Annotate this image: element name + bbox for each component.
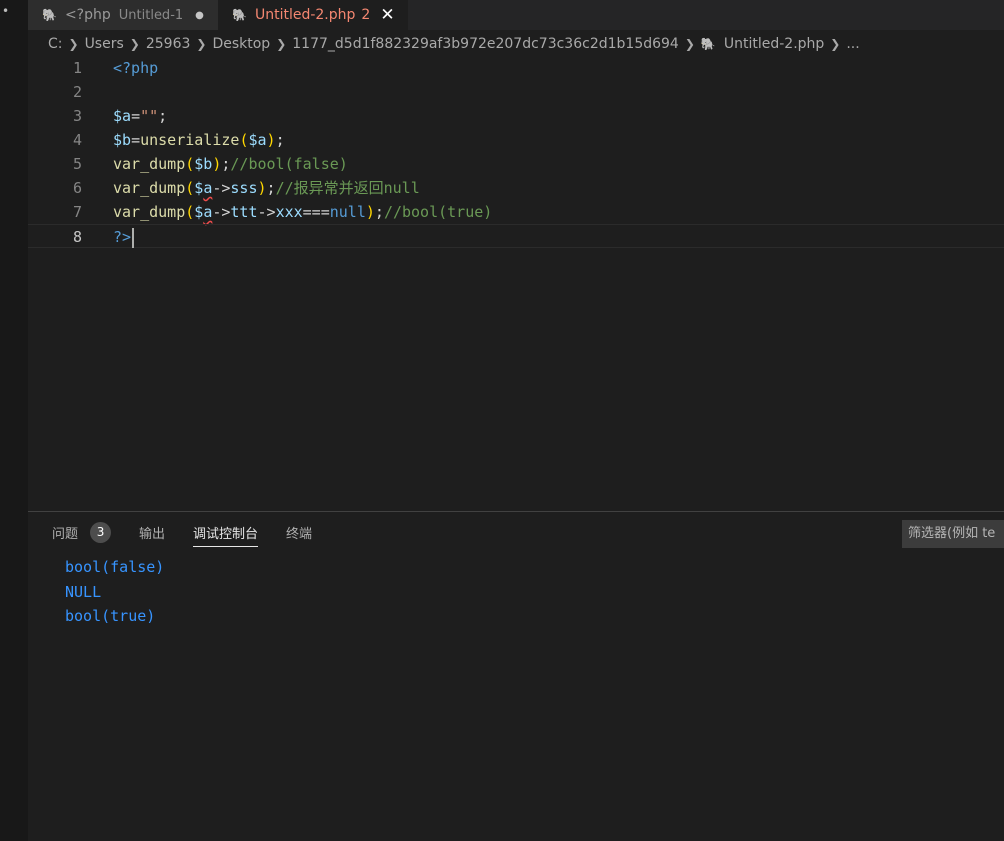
editor-tab-bar: 🐘 <?php Untitled-1 ● 🐘 Untitled-2.php 2 … (28, 0, 1004, 30)
line-number: 7 (72, 203, 82, 221)
line-number: 6 (72, 179, 82, 197)
line-number: 8 (72, 228, 82, 246)
more-icon[interactable]: • (2, 4, 9, 18)
line-number: 3 (72, 107, 82, 125)
code-line[interactable]: 2 (28, 80, 1004, 104)
code-line-current[interactable]: 8 ?> (28, 224, 1004, 248)
breadcrumb-item[interactable]: Desktop (212, 36, 270, 52)
code-line[interactable]: 3 $a=""; (28, 104, 1004, 128)
line-number: 1 (72, 59, 82, 77)
line-number: 2 (72, 83, 82, 101)
line-number: 5 (72, 155, 82, 173)
code-line[interactable]: 7 var_dump($a->ttt->xxx===null);//bool(t… (28, 200, 1004, 224)
code-text[interactable]: var_dump($b);//bool(false) (113, 152, 348, 176)
breadcrumb-item[interactable]: ... (846, 36, 859, 52)
chevron-right-icon: ❯ (68, 37, 79, 51)
panel-tab-bar: 问题 3 输出 调试控制台 终端 (52, 522, 340, 547)
activity-bar: • (0, 0, 28, 841)
bottom-panel: 问题 3 输出 调试控制台 终端 筛选器(例如 te bool(false) N… (28, 511, 1004, 841)
code-text[interactable]: var_dump($a->sss);//报异常并返回null (113, 176, 420, 200)
line-number: 4 (72, 131, 82, 149)
code-text[interactable]: ?> (113, 225, 135, 249)
tab-label: 终端 (286, 527, 313, 542)
breadcrumb: C: ❯ Users ❯ 25963 ❯ Desktop ❯ 1177_d5d1… (48, 33, 860, 55)
code-line[interactable]: 1 <?php (28, 56, 1004, 80)
chevron-right-icon: ❯ (684, 37, 695, 51)
close-icon[interactable]: ✕ (380, 5, 394, 25)
filter-input[interactable]: 筛选器(例如 te (902, 520, 1004, 548)
code-editor[interactable]: 1 <?php 2 3 $a=""; 4 $b=unserialize($a);… (28, 56, 1004, 511)
tab-problems-count: 2 (361, 7, 371, 23)
code-line[interactable]: 6 var_dump($a->sss);//报异常并返回null (28, 176, 1004, 200)
php-elephant-icon: 🐘 (232, 8, 247, 22)
console-line: NULL (65, 582, 102, 601)
console-line: bool(true) (65, 607, 156, 625)
tab-label: 问题 (52, 527, 79, 542)
chevron-right-icon: ❯ (276, 37, 287, 51)
chevron-right-icon: ❯ (830, 37, 841, 51)
tab-terminal[interactable]: 终端 (286, 523, 312, 546)
chevron-right-icon: ❯ (129, 37, 140, 51)
text-cursor (132, 227, 135, 248)
modified-dot-icon[interactable]: ● (195, 10, 204, 21)
tab-label: Untitled-2.php (254, 7, 356, 23)
tab-problems[interactable]: 问题 3 (52, 522, 112, 547)
code-text[interactable]: $a=""; (113, 104, 167, 128)
code-text[interactable]: var_dump($a->ttt->xxx===null);//bool(tru… (113, 200, 492, 224)
chevron-right-icon: ❯ (196, 37, 207, 51)
php-elephant-icon: 🐘 (700, 37, 716, 51)
breadcrumb-item[interactable]: Untitled-2.php (724, 36, 824, 52)
breadcrumb-item[interactable]: Users (85, 36, 124, 52)
debug-console-output: bool(false) NULL bool(true) (65, 555, 164, 629)
problems-count-badge: 3 (90, 522, 112, 543)
tab-label: 调试控制台 (193, 526, 259, 542)
tab-output[interactable]: 输出 (139, 523, 165, 546)
php-elephant-icon: 🐘 (42, 8, 57, 22)
console-line: bool(false) (65, 558, 165, 576)
tab-description: Untitled-1 (118, 7, 184, 23)
code-text[interactable]: <?php (113, 56, 158, 80)
breadcrumb-item[interactable]: C: (48, 36, 63, 52)
tab-label: 输出 (139, 527, 166, 542)
tab-label: <?php (64, 7, 111, 23)
tab-untitled-2-php[interactable]: 🐘 Untitled-2.php 2 ✕ (218, 0, 408, 30)
breadcrumb-item[interactable]: 1177_d5d1f882329af3b972e207dc73c36c2d1b1… (292, 36, 679, 52)
code-line[interactable]: 5 var_dump($b);//bool(false) (28, 152, 1004, 176)
code-text[interactable]: $b=unserialize($a); (113, 128, 285, 152)
code-line[interactable]: 4 $b=unserialize($a); (28, 128, 1004, 152)
tab-untitled-1[interactable]: 🐘 <?php Untitled-1 ● (28, 0, 218, 30)
breadcrumb-item[interactable]: 25963 (146, 36, 191, 52)
tab-debug-console[interactable]: 调试控制台 (193, 523, 259, 547)
